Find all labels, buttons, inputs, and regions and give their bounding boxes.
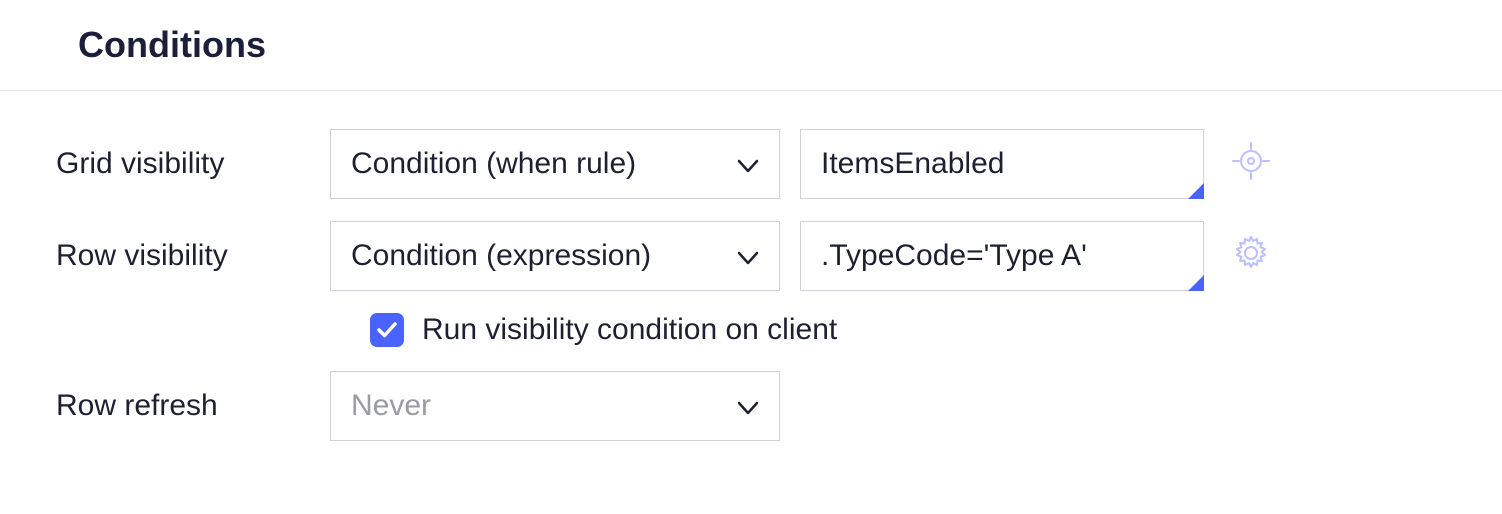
row-visibility-select-value: Condition (expression) bbox=[351, 239, 651, 273]
row-visibility-label: Row visibility bbox=[0, 237, 310, 275]
row-refresh-select-value: Never bbox=[351, 389, 431, 423]
grid-visibility-select[interactable]: Condition (when rule) bbox=[330, 129, 780, 199]
row-visibility-select[interactable]: Condition (expression) bbox=[330, 221, 780, 291]
row-visibility-row: Row visibility Condition (expression) .T… bbox=[0, 221, 1502, 291]
run-on-client-row: Run visibility condition on client bbox=[0, 313, 1502, 347]
chevron-down-icon bbox=[737, 147, 759, 181]
run-on-client-label: Run visibility condition on client bbox=[422, 313, 837, 347]
section-body: Grid visibility Condition (when rule) It… bbox=[0, 91, 1502, 441]
grid-visibility-select-value: Condition (when rule) bbox=[351, 147, 636, 181]
section-title: Conditions bbox=[0, 24, 1502, 91]
row-refresh-select[interactable]: Never bbox=[330, 371, 780, 441]
grid-visibility-row: Grid visibility Condition (when rule) It… bbox=[0, 129, 1502, 199]
conditions-panel: Conditions Grid visibility Condition (wh… bbox=[0, 0, 1502, 501]
row-visibility-value: .TypeCode='Type A' bbox=[821, 239, 1087, 273]
grid-visibility-label: Grid visibility bbox=[0, 145, 310, 183]
row-refresh-label: Row refresh bbox=[0, 387, 310, 425]
target-icon[interactable] bbox=[1231, 141, 1271, 188]
chevron-down-icon bbox=[737, 239, 759, 273]
chevron-down-icon bbox=[737, 389, 759, 423]
run-on-client-checkbox[interactable] bbox=[370, 313, 404, 347]
row-refresh-row: Row refresh Never bbox=[0, 371, 1502, 441]
gear-icon[interactable] bbox=[1231, 233, 1271, 280]
grid-visibility-value: ItemsEnabled bbox=[821, 147, 1004, 181]
row-visibility-value-input[interactable]: .TypeCode='Type A' bbox=[800, 221, 1204, 291]
grid-visibility-value-input[interactable]: ItemsEnabled bbox=[800, 129, 1204, 199]
